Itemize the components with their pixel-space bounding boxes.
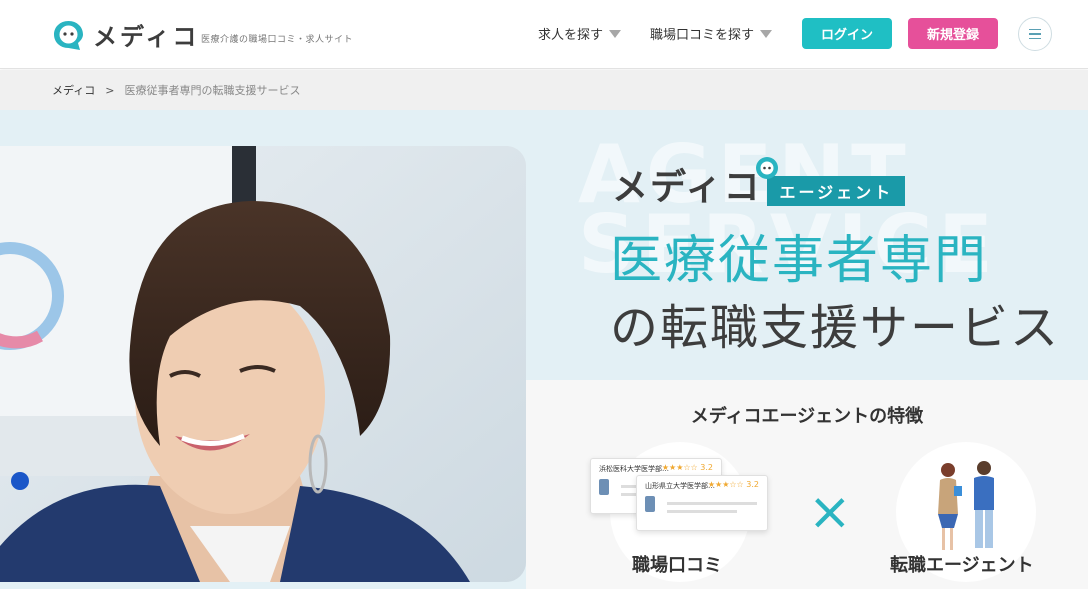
- star-rating: ★★★☆☆: [707, 480, 744, 489]
- star-rating: ★★★☆☆: [661, 463, 698, 472]
- login-button[interactable]: ログイン: [802, 18, 892, 49]
- nav-find-reviews[interactable]: 職場口コミを探す: [650, 24, 773, 43]
- site-tagline: 医療介護の職場口コミ・求人サイト: [201, 35, 354, 45]
- cross-icon: ×: [808, 482, 852, 542]
- nav-find-jobs-label: 求人を探す: [538, 28, 604, 43]
- agent-badge-label: エージェント: [779, 183, 894, 202]
- rating-value: 3.2: [746, 480, 759, 489]
- site-logo[interactable]: メディコ: [52, 17, 199, 52]
- features-title: メディコエージェントの特徴: [690, 406, 924, 427]
- breadcrumb: メディコ > 医療従事者専門の転職支援サービス: [0, 70, 1088, 110]
- review-card-title: 浜松医科大学医学部…: [599, 465, 669, 473]
- feature-label-reviews: 職場口コミ: [632, 555, 722, 576]
- woman-smiling-photo: [0, 146, 526, 582]
- breadcrumb-current: 医療従事者専門の転職支援サービス: [124, 84, 301, 97]
- hero-section: AGENT SERVICE メディコ エージェント 医療従事者専門 の転職支援サ…: [0, 110, 1088, 589]
- logo-text: メディコ: [93, 23, 200, 51]
- agent-logo-text: メディコ: [612, 167, 762, 208]
- nav-find-jobs[interactable]: 求人を探す: [538, 24, 622, 43]
- review-card-title: 山形県立大学医学部…: [645, 482, 715, 490]
- feature-label-agent: 転職エージェント: [890, 555, 1034, 576]
- rating-value: 3.2: [700, 463, 713, 472]
- nav-find-reviews-label: 職場口コミを探す: [650, 28, 755, 43]
- hero-headline-1: 医療従事者専門: [610, 231, 989, 291]
- star-rating-icon: ★★★☆☆ 3.2: [662, 463, 713, 472]
- features-panel: メディコエージェントの特徴 浜松医科大学医学部… ★★★☆☆ 3.2 山形県立大…: [526, 380, 1088, 589]
- review-card: 山形県立大学医学部… ★★★☆☆ 3.2: [636, 475, 768, 531]
- hamburger-menu-button[interactable]: [1018, 17, 1052, 51]
- dropdown-triangle-icon: [609, 29, 622, 38]
- hamburger-icon-line: [1029, 33, 1041, 35]
- agent-logo: メディコ エージェント: [612, 157, 906, 210]
- hamburger-icon-line: [1029, 37, 1041, 40]
- dropdown-triangle-icon: [760, 29, 773, 38]
- text-line: [667, 502, 757, 505]
- signup-button[interactable]: 新規登録: [908, 18, 998, 49]
- hero-headline-2: の転職支援サービス: [610, 300, 1061, 356]
- site-header: メディコ 医療介護の職場口コミ・求人サイト 求人を探す 職場口コミを探す ログイ…: [0, 0, 1088, 69]
- star-rating-icon: ★★★☆☆ 3.2: [708, 480, 759, 489]
- text-line: [667, 510, 737, 513]
- breadcrumb-home-link[interactable]: メディコ: [52, 82, 95, 98]
- people-consulting-icon: [938, 461, 994, 550]
- chat-bubble-logo-icon: [52, 19, 85, 50]
- hamburger-icon: [1029, 28, 1041, 31]
- breadcrumb-separator: >: [105, 83, 115, 97]
- avatar: [645, 496, 655, 512]
- avatar: [599, 479, 609, 495]
- agent-badge: エージェント: [756, 157, 906, 206]
- chat-bubble-icon: [756, 157, 779, 179]
